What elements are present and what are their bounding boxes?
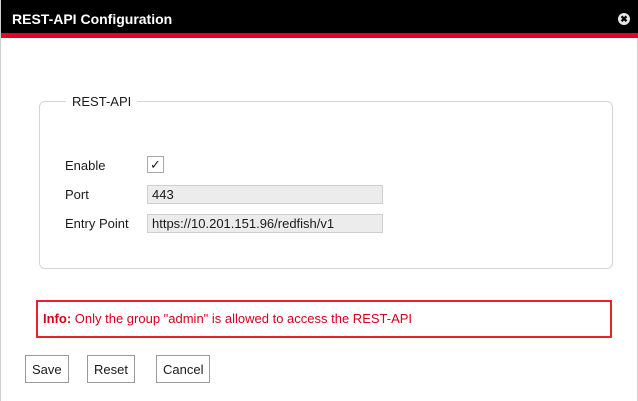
title-accent-line xyxy=(1,33,638,38)
enable-label: Enable xyxy=(65,158,106,173)
reset-button[interactable]: Reset xyxy=(87,355,135,383)
rest-api-dialog: REST-API Configuration ✖ REST-API Enable… xyxy=(0,0,638,401)
enable-checkbox[interactable]: ✓ xyxy=(147,156,164,173)
info-prefix: Info: xyxy=(43,311,72,326)
info-text: Only the group "admin" is allowed to acc… xyxy=(71,311,413,326)
save-button[interactable]: Save xyxy=(25,355,69,383)
close-icon[interactable]: ✖ xyxy=(618,13,630,25)
fieldset-legend: REST-API xyxy=(66,94,138,109)
info-message: Info: Only the group "admin" is allowed … xyxy=(36,300,612,338)
entry-point-field[interactable]: https://10.201.151.96/redfish/v1 xyxy=(147,214,383,233)
port-field[interactable]: 443 xyxy=(147,185,383,204)
port-label: Port xyxy=(65,187,89,202)
dialog-title: REST-API Configuration xyxy=(12,11,173,27)
entry-point-label: Entry Point xyxy=(65,216,129,231)
dialog-titlebar: REST-API Configuration ✖ xyxy=(1,0,638,38)
cancel-button[interactable]: Cancel xyxy=(156,355,211,383)
